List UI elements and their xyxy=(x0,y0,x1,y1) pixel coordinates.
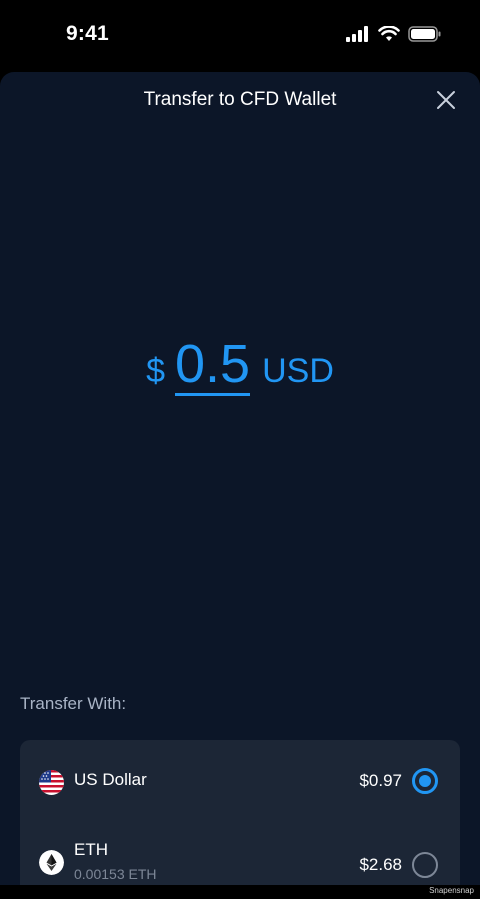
status-icons xyxy=(346,26,442,42)
payment-options-card: US Dollar $0.97 ETH 0.00153 ETH $2.68 xyxy=(20,740,460,885)
signal-icon xyxy=(346,26,368,42)
wifi-icon xyxy=(378,26,400,41)
option-eth[interactable]: ETH 0.00153 ETH $2.68 xyxy=(20,828,460,885)
watermark-bar: Snapensnap xyxy=(0,885,480,899)
status-time: 9:41 xyxy=(66,22,109,45)
option-name: US Dollar xyxy=(74,770,147,789)
sheet-title: Transfer to CFD Wallet xyxy=(143,89,337,110)
option-us-dollar[interactable]: US Dollar $0.97 xyxy=(20,748,460,818)
radio-unselected[interactable] xyxy=(412,852,438,878)
currency-code: USD xyxy=(262,352,334,390)
us-flag-icon xyxy=(39,770,64,795)
battery-icon xyxy=(408,26,441,42)
transfer-sheet: Transfer to CFD Wallet $ 0.5 USD Transfe… xyxy=(0,72,480,885)
transfer-with-label: Transfer With: xyxy=(20,694,127,713)
ethereum-icon xyxy=(39,850,64,875)
amount-display: $ 0.5 USD xyxy=(0,337,480,396)
close-icon xyxy=(437,91,455,109)
option-value: $2.68 xyxy=(359,855,402,874)
close-button[interactable] xyxy=(434,88,458,112)
option-balance: 0.00153 ETH xyxy=(74,866,157,882)
currency-symbol: $ xyxy=(146,352,166,390)
status-bar: 9:41 xyxy=(0,0,480,72)
amount-input[interactable]: 0.5 xyxy=(175,337,251,396)
option-value: $0.97 xyxy=(359,771,402,790)
radio-selected[interactable] xyxy=(412,768,438,794)
option-name: ETH xyxy=(74,840,108,859)
watermark-text: Snapensnap xyxy=(429,886,474,895)
